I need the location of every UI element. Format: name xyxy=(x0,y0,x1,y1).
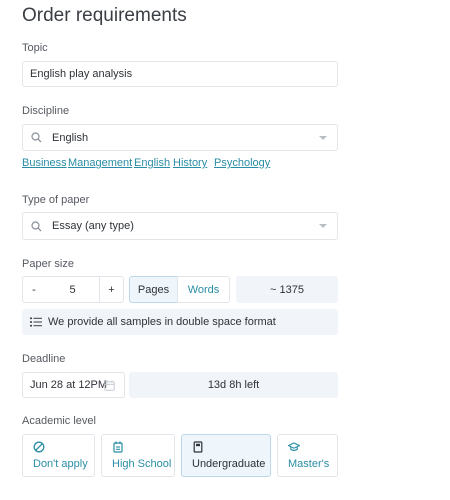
academic-level-label: Academic level xyxy=(22,415,96,427)
paper-type-label: Type of paper xyxy=(22,194,90,206)
level-masters[interactable]: Master's xyxy=(277,434,338,477)
discipline-select[interactable]: English xyxy=(22,124,338,151)
discipline-suggestion-business[interactable]: Business xyxy=(22,157,67,169)
level-dont-apply-label: Don't apply xyxy=(33,458,88,470)
list-icon xyxy=(30,317,42,327)
word-estimate: ~ 1375 xyxy=(236,276,338,303)
search-icon xyxy=(31,132,45,143)
book-icon xyxy=(192,441,204,453)
unit-pages-toggle[interactable]: Pages xyxy=(129,276,178,303)
school-icon xyxy=(112,441,124,453)
decrease-pages-button[interactable]: - xyxy=(22,276,46,303)
unit-words-toggle[interactable]: Words xyxy=(177,276,230,303)
chevron-down-icon xyxy=(319,224,327,228)
topic-label: Topic xyxy=(22,42,48,54)
topic-value: English play analysis xyxy=(30,68,133,80)
double-space-note-text: We provide all samples in double space f… xyxy=(48,316,276,328)
topic-input[interactable]: English play analysis xyxy=(22,61,338,87)
chevron-down-icon xyxy=(319,135,327,140)
deadline-date-input[interactable]: Jun 28 at 12PM xyxy=(22,372,125,398)
increase-pages-button[interactable]: + xyxy=(99,276,124,303)
paper-type-select[interactable]: Essay (any type) xyxy=(22,212,338,240)
discipline-suggestion-english[interactable]: English xyxy=(134,157,170,169)
search-icon xyxy=(31,220,45,232)
ban-icon xyxy=(33,441,45,453)
deadline-date-value: Jun 28 at 12PM xyxy=(30,379,108,391)
level-masters-label: Master's xyxy=(288,458,330,470)
level-dont-apply[interactable]: Don't apply xyxy=(22,434,95,477)
level-undergraduate[interactable]: Undergraduate xyxy=(181,434,271,477)
paper-size-label: Paper size xyxy=(22,258,74,270)
pages-count-input[interactable]: 5 xyxy=(45,276,100,303)
discipline-suggestion-history[interactable]: History xyxy=(173,157,207,169)
deadline-time-left: 13d 8h left xyxy=(129,372,338,398)
discipline-suggestion-management[interactable]: Management xyxy=(68,157,132,169)
level-undergraduate-label: Undergraduate xyxy=(192,458,266,470)
double-space-note: We provide all samples in double space f… xyxy=(22,309,338,335)
graduation-cap-icon xyxy=(287,441,301,453)
deadline-label: Deadline xyxy=(22,353,66,365)
discipline-value: English xyxy=(52,131,89,144)
calendar-icon xyxy=(104,380,115,391)
paper-type-value: Essay (any type) xyxy=(52,220,134,232)
page-title: Order requirements xyxy=(22,5,187,26)
level-high-school-label: High School xyxy=(112,458,172,470)
level-high-school[interactable]: High School xyxy=(101,434,175,477)
discipline-label: Discipline xyxy=(22,105,70,117)
discipline-suggestion-psychology[interactable]: Psychology xyxy=(214,157,270,169)
